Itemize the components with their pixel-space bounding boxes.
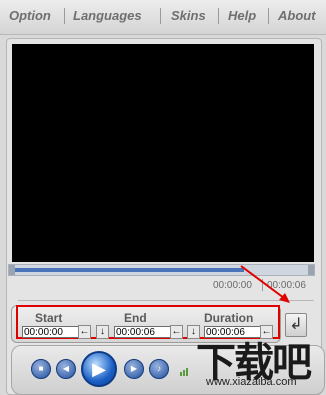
seek-end-marker[interactable] [308, 265, 314, 275]
menu-separator [64, 8, 65, 24]
volume-icon[interactable]: ♪ [149, 359, 169, 379]
seek-progress [9, 268, 244, 272]
set-end-button[interactable]: ← [170, 325, 183, 339]
start-label: Start [35, 311, 63, 325]
start-down-button[interactable]: ↓ [96, 325, 109, 339]
menu-bar: Option Languages Skins Help About [0, 0, 326, 35]
next-icon[interactable]: ▶ [124, 359, 144, 379]
total-time: 00:00:06 [267, 280, 306, 291]
volume-level-icon[interactable] [180, 366, 190, 376]
video-display[interactable] [12, 44, 314, 262]
stop-icon[interactable]: ■ [31, 359, 51, 379]
duration-label: Duration [204, 311, 254, 325]
menu-about[interactable]: About [278, 8, 316, 26]
seek-bar[interactable] [8, 264, 315, 276]
set-start-button[interactable]: ← [78, 325, 91, 339]
menu-languages[interactable]: Languages [73, 8, 142, 26]
divider [18, 300, 314, 301]
start-time-field[interactable]: 00:00:00 [22, 326, 84, 338]
menu-separator [160, 8, 161, 24]
seek-start-marker[interactable] [9, 265, 15, 275]
end-label: End [124, 311, 147, 325]
menu-skins[interactable]: Skins [171, 8, 206, 26]
previous-icon[interactable]: ◀ [56, 359, 76, 379]
watermark: 下载吧 www.xiazaiba.com [196, 330, 326, 393]
end-time-field[interactable]: 00:00:06 [114, 326, 176, 338]
menu-separator [268, 8, 269, 24]
menu-option[interactable]: Option [9, 8, 51, 26]
watermark-url: www.xiazaiba.com [206, 376, 297, 388]
menu-separator [218, 8, 219, 24]
time-separator [262, 279, 263, 291]
current-time: 00:00:00 [213, 280, 252, 291]
play-icon[interactable]: ▶ [81, 351, 117, 387]
menu-help[interactable]: Help [228, 8, 256, 26]
